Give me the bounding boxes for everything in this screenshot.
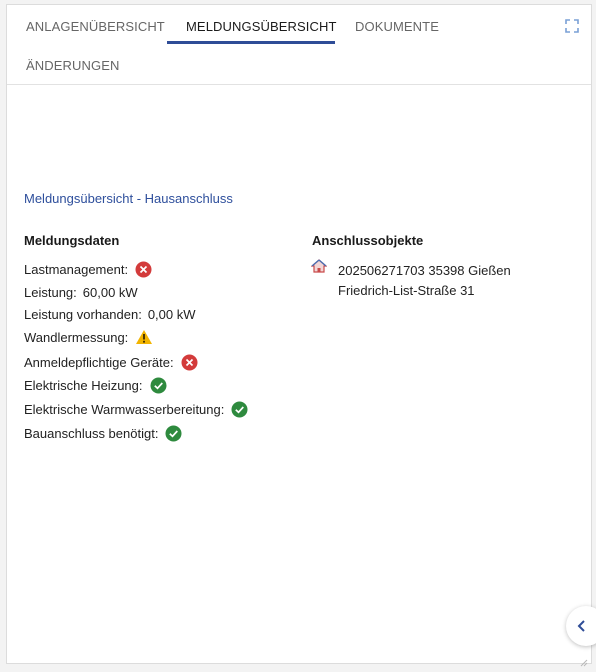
row-anmeldepflichtige-geraete: Anmeldepflichtige Geräte: — [24, 354, 198, 371]
row-label: Elektrische Warmwasserbereitung: — [24, 402, 225, 417]
check-icon — [231, 401, 248, 418]
fullscreen-icon[interactable] — [565, 19, 579, 33]
row-lastmanagement: Lastmanagement: — [24, 261, 152, 278]
resize-handle-icon[interactable] — [580, 654, 588, 672]
check-icon — [150, 377, 167, 394]
active-tab-indicator — [167, 41, 335, 44]
tab-meldungsuebersicht[interactable]: MELDUNGSÜBERSICHT — [186, 19, 337, 34]
tab-dokumente[interactable]: DOKUMENTE — [355, 19, 439, 34]
row-label: Bauanschluss benötigt: — [24, 426, 159, 441]
tab-bar: ANLAGENÜBERSICHT MELDUNGSÜBERSICHT DOKUM… — [7, 5, 591, 85]
warning-icon — [135, 329, 153, 345]
row-label: Anmeldepflichtige Geräte: — [24, 355, 174, 370]
main-panel: ANLAGENÜBERSICHT MELDUNGSÜBERSICHT DOKUM… — [6, 4, 592, 664]
page-title[interactable]: Meldungsübersicht - Hausanschluss — [24, 191, 233, 206]
row-label: Lastmanagement: — [24, 262, 129, 277]
row-elektrische-warmwasserbereitung: Elektrische Warmwasserbereitung: — [24, 401, 248, 418]
row-leistung: Leistung: 60,00 kW — [24, 285, 138, 300]
chevron-left-icon — [577, 620, 585, 632]
house-icon — [310, 259, 328, 278]
anschlussobjekte-title: Anschlussobjekte — [312, 233, 424, 248]
row-label: Leistung vorhanden: — [24, 307, 142, 322]
tab-aenderungen[interactable]: ÄNDERUNGEN — [26, 58, 119, 73]
meldungsdaten-title: Meldungsdaten — [24, 233, 120, 248]
tab-anlagenuebersicht[interactable]: ANLAGENÜBERSICHT — [26, 19, 165, 34]
row-label: Wandlermessung: — [24, 329, 129, 345]
row-wandlermessung: Wandlermessung: — [24, 329, 153, 345]
error-icon — [135, 261, 152, 278]
row-bauanschluss-benoetigt: Bauanschluss benötigt: — [24, 425, 182, 442]
anschlussobjekt-address[interactable]: 202506271703 35398 Gießen Friedrich-List… — [338, 261, 568, 301]
row-label: Leistung: — [24, 285, 77, 300]
error-icon — [181, 354, 198, 371]
check-icon — [165, 425, 182, 442]
row-value: 0,00 kW — [147, 307, 196, 322]
row-leistung-vorhanden: Leistung vorhanden: 0,00 kW — [24, 307, 196, 322]
row-elektrische-heizung: Elektrische Heizung: — [24, 377, 167, 394]
row-value: 60,00 kW — [82, 285, 138, 300]
row-label: Elektrische Heizung: — [24, 378, 143, 393]
